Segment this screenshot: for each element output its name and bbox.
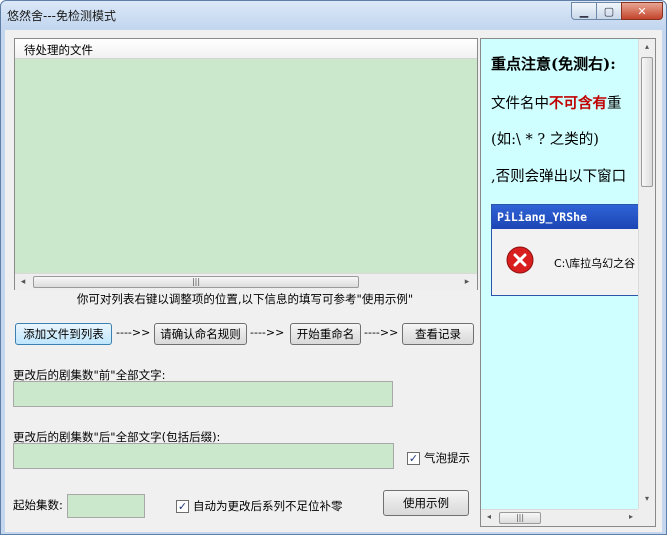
scroll-right-icon[interactable]: ▸ [626,512,636,521]
scroll-right-icon[interactable]: ▸ [461,276,473,288]
bubble-tip-label: 气泡提示 [424,451,470,465]
step-arrow: ---->> [250,326,285,339]
scrollbar-corner [638,509,655,526]
file-list-header[interactable]: 待处理的文件 [15,39,477,59]
checkbox-check-icon: ✓ [176,499,189,513]
file-list[interactable]: 待处理的文件 ◂ ||| ▸ [14,38,478,290]
usage-example-button[interactable]: 使用示例 [383,490,469,516]
step-arrow: ---->> [364,326,399,339]
info-line-1-emphasis: 不可含有 [549,95,607,112]
start-number-label: 起始集数: [13,498,63,512]
info-line-1: 文件名中不可含有重 [491,92,622,113]
info-panel-hscrollbar[interactable]: ◂ ||| ▸ [481,509,639,526]
main-window: 悠然舍---免检测模式 ▁ ▢ ✕ 待处理的文件 ◂ ||| ▸ 你可对列表右键… [0,0,667,535]
scroll-left-icon[interactable]: ◂ [17,276,29,288]
add-files-button[interactable]: 添加文件到列表 [15,323,112,345]
start-rename-button[interactable]: 开始重命名 [290,323,361,345]
file-list-hscrollbar[interactable]: ◂ ||| ▸ [15,273,477,290]
error-dialog-image: PiLiang_YRShe C:\库拉乌幻之谷 [491,204,641,296]
start-number-input[interactable] [67,494,145,518]
before-text-input[interactable] [13,381,393,407]
window-title: 悠然舍---免检测模式 [7,9,116,23]
error-dialog-titlebar: PiLiang_YRShe [492,205,640,229]
bubble-tip-checkbox[interactable]: ✓ 气泡提示 [407,450,470,466]
info-line-3: ,否则会弹出以下窗口 [491,169,627,185]
close-icon: ✕ [637,4,647,18]
info-title: 重点注意(免测右): [491,55,616,73]
auto-pad-label: 自动为更改后系列不足位补零 [193,499,343,513]
view-log-button[interactable]: 查看记录 [402,323,474,345]
step-arrow: ---->> [116,326,151,339]
scroll-left-icon[interactable]: ◂ [484,512,494,521]
scroll-down-icon[interactable]: ▾ [642,494,652,503]
minimize-icon: ▁ [579,4,589,18]
auto-pad-checkbox[interactable]: ✓ 自动为更改后系列不足位补零 [176,498,343,514]
file-list-header-label: 待处理的文件 [24,43,93,57]
scroll-thumb[interactable]: ||| [499,512,541,524]
error-icon [506,246,534,274]
title-bar[interactable]: 悠然舍---免检测模式 ▁ ▢ ✕ [1,1,666,29]
close-button[interactable]: ✕ [621,2,663,20]
info-panel-vscrollbar[interactable]: ▴ ▾ [638,39,655,509]
after-text-input[interactable] [13,443,394,469]
error-dialog-message: C:\库拉乌幻之谷 [554,257,636,270]
error-dialog-title: PiLiang_YRShe [497,210,588,224]
checkbox-check-icon: ✓ [407,451,420,465]
list-hint: 你可对列表右键以调整项的位置,以下信息的填写可参考"使用示例" [76,292,414,306]
scroll-up-icon[interactable]: ▴ [642,42,652,51]
scroll-thumb[interactable] [641,57,653,187]
client-area: 待处理的文件 ◂ ||| ▸ 你可对列表右键以调整项的位置,以下信息的填写可参考… [5,30,662,532]
minimize-button[interactable]: ▁ [571,2,597,20]
info-line-1-suffix: 重 [607,96,622,112]
confirm-rule-button[interactable]: 请确认命名规则 [154,323,247,345]
maximize-icon: ▢ [603,4,615,18]
info-line-1-prefix: 文件名中 [491,96,549,112]
maximize-button[interactable]: ▢ [596,2,622,20]
info-panel[interactable]: 重点注意(免测右): 文件名中不可含有重 (如:\ * ? 之类的) ,否则会弹… [480,38,656,527]
scroll-thumb[interactable]: ||| [33,276,359,288]
info-line-2: (如:\ * ? 之类的) [491,132,599,148]
